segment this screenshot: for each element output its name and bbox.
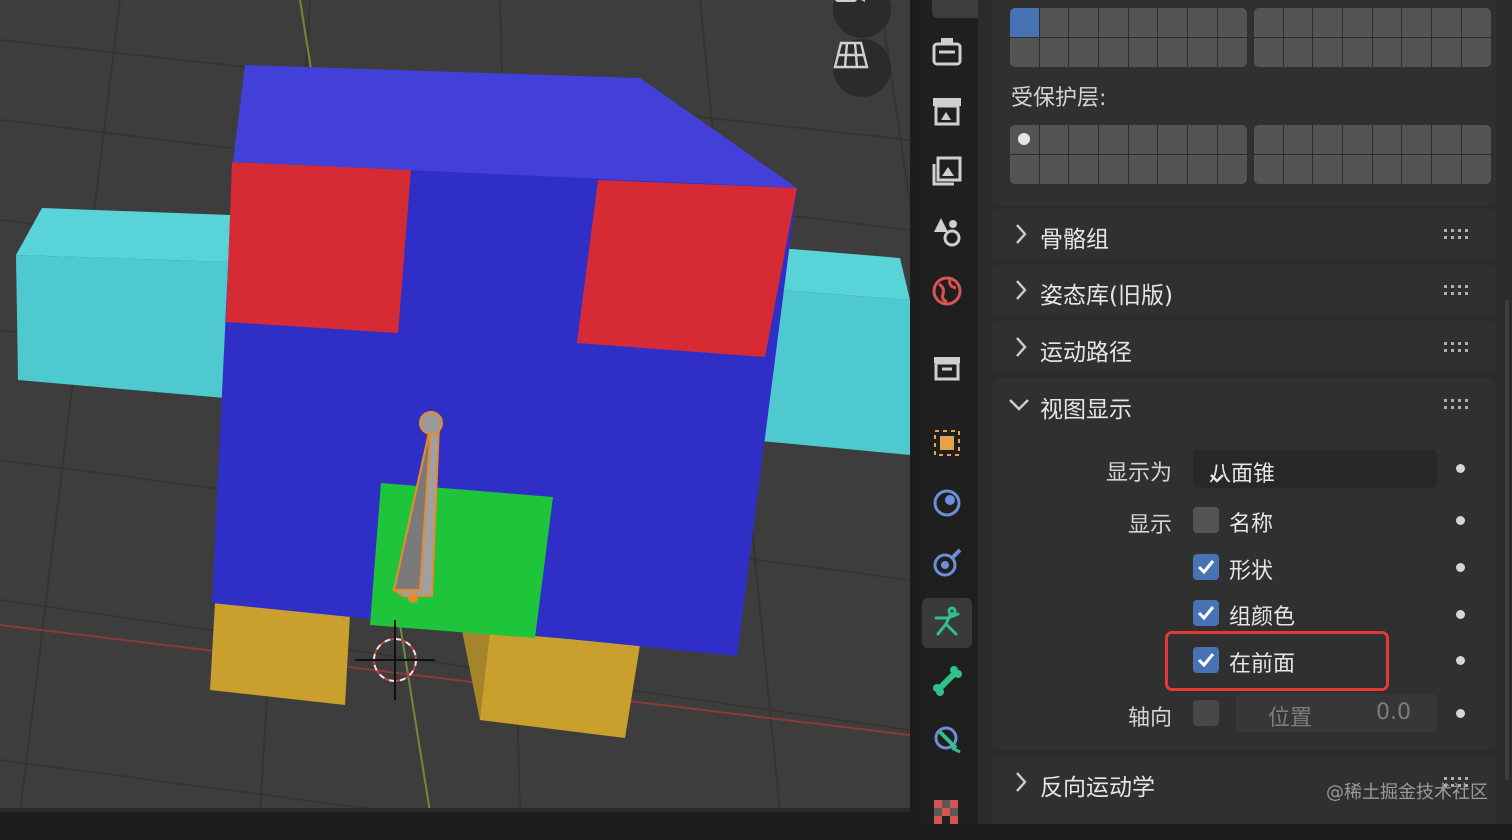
keyframe-dot-icon[interactable] — [1456, 563, 1465, 572]
drag-handle-icon[interactable] — [1444, 282, 1468, 301]
panel-motion-paths[interactable]: 运动路径 — [992, 321, 1496, 373]
render-icon — [930, 94, 964, 132]
physics-icon — [930, 546, 964, 584]
3d-viewport[interactable] — [0, 0, 910, 812]
in-front-highlight-box — [1165, 631, 1389, 691]
show-group-colors-label: 组颜色 — [1229, 605, 1296, 630]
texture-icon — [930, 796, 964, 834]
properties-tab-bar — [918, 0, 988, 824]
armature-data-icon — [930, 604, 964, 642]
panel-title[interactable]: 视图显示 — [1040, 390, 1132, 424]
tab-physics[interactable] — [922, 540, 972, 590]
keyframe-dot-icon[interactable] — [1456, 610, 1465, 619]
tab-collection[interactable] — [922, 345, 972, 395]
tab-object[interactable] — [922, 420, 972, 470]
panel-title: 姿态库(旧版) — [1040, 283, 1173, 309]
axes-checkbox[interactable] — [1193, 700, 1219, 726]
panel-title: 运动路径 — [1040, 340, 1132, 366]
watermark: @稀土掘金技术社区 — [1326, 782, 1488, 803]
viewport-scene — [0, 0, 910, 812]
chevron-right-icon — [1014, 336, 1028, 362]
tab-scene[interactable] — [922, 268, 972, 318]
modifier-icon — [930, 486, 964, 524]
keyframe-dot-icon[interactable] — [1456, 516, 1465, 525]
drag-handle-icon[interactable] — [1444, 339, 1468, 358]
tab-modifier[interactable] — [922, 480, 972, 530]
panel-title: 骨骼组 — [1040, 227, 1109, 253]
display-as-label: 显示为 — [1105, 461, 1172, 486]
drag-handle-icon[interactable] — [1444, 396, 1468, 415]
protected-layers-label: 受保护层: — [1011, 86, 1107, 111]
chevron-right-icon — [1014, 279, 1028, 305]
keyframe-dot-icon[interactable] — [1456, 656, 1465, 665]
display-as-dropdown[interactable]: 八面锥 — [1193, 450, 1437, 488]
tool-icon — [930, 34, 964, 72]
keyframe-dot-icon[interactable] — [1456, 464, 1465, 473]
axes-label: 轴向 — [1127, 706, 1172, 731]
tab-output[interactable] — [922, 148, 972, 198]
tab-object-data-armature[interactable] — [922, 598, 972, 648]
show-names-label: 名称 — [1229, 512, 1274, 537]
show-shapes-label: 形状 — [1229, 559, 1274, 584]
keyframe-dot-icon[interactable] — [1456, 709, 1465, 718]
layers-grid-left-top[interactable] — [1010, 8, 1247, 67]
view-layer-icon — [930, 214, 964, 252]
chevron-right-icon — [1014, 771, 1028, 797]
drag-handle-icon[interactable] — [1444, 226, 1468, 245]
chevron-down-icon[interactable] — [1008, 396, 1030, 415]
checkmark-icon — [1197, 560, 1215, 575]
tab-render[interactable] — [922, 88, 972, 138]
object-icon — [930, 426, 964, 464]
protected-layers-grid-left[interactable] — [1010, 125, 1247, 184]
layers-grid-right-top[interactable] — [1254, 8, 1491, 67]
panel-pose-library[interactable]: 姿态库(旧版) — [992, 264, 1496, 316]
bone-constraint-icon — [930, 722, 964, 760]
chevron-right-icon — [1014, 223, 1028, 249]
tab-texture[interactable] — [922, 790, 972, 840]
chevron-down-icon — [1209, 464, 1425, 489]
grid-view-button[interactable] — [833, 39, 891, 97]
properties-scrollbar[interactable] — [1505, 300, 1509, 780]
checkmark-icon — [1197, 606, 1215, 621]
show-shapes-checkbox[interactable] — [1193, 554, 1219, 580]
show-names-checkbox[interactable] — [1193, 507, 1219, 533]
output-icon — [930, 154, 964, 192]
scene-icon — [930, 274, 964, 312]
collection-icon — [930, 351, 964, 389]
panel-bone-groups[interactable]: 骨骼组 — [992, 208, 1496, 260]
show-label: 显示 — [1127, 513, 1172, 538]
bone-icon — [930, 664, 964, 702]
axes-position-value: 0.0 — [1376, 700, 1411, 725]
tab-view-layer[interactable] — [922, 208, 972, 258]
tab-bone-constraint[interactable] — [922, 716, 972, 766]
axes-position-field[interactable]: 位置 0.0 — [1236, 694, 1437, 732]
protected-layers-grid-right[interactable] — [1254, 125, 1491, 184]
viewport-bottom-edge — [0, 808, 910, 812]
axes-position-label: 位置 — [1268, 706, 1313, 731]
panel-title: 反向运动学 — [1040, 775, 1155, 801]
show-group-colors-checkbox[interactable] — [1193, 600, 1219, 626]
tab-tool[interactable] — [922, 28, 972, 78]
tab-bone[interactable] — [922, 658, 972, 708]
